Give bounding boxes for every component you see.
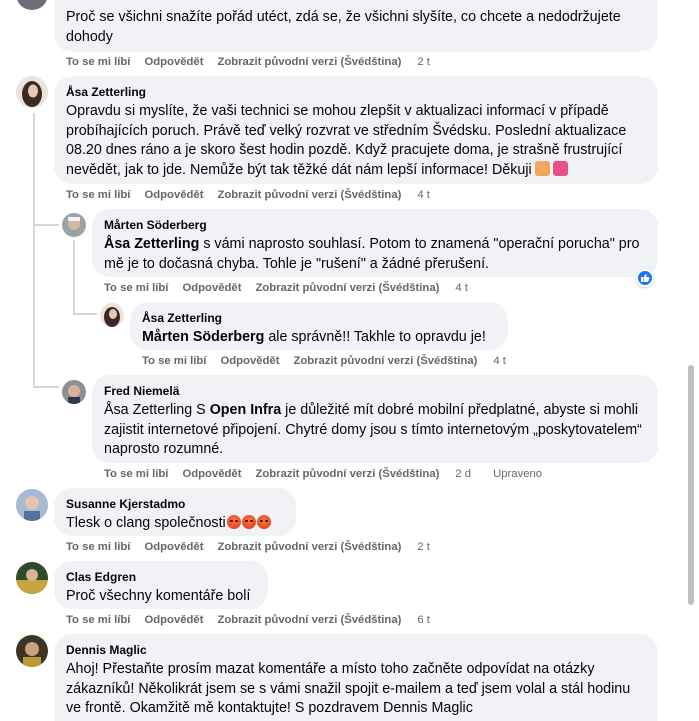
reply-button[interactable]: Odpovědět — [182, 282, 241, 294]
see-original-button[interactable]: Zobrazit původní verzi (Švédština) — [217, 189, 401, 201]
mention-link[interactable]: Open Infra — [210, 402, 282, 418]
mention-link[interactable]: Åsa Zetterling — [104, 236, 199, 252]
comment-author[interactable]: Mårten Söderberg — [104, 217, 646, 233]
reply-button[interactable]: Odpovědět — [144, 614, 203, 626]
female-sign-emoji-icon — [552, 160, 568, 176]
angry-face-emoji-icon — [241, 515, 256, 529]
comment-timestamp[interactable]: 4 t — [455, 282, 468, 294]
see-original-button[interactable]: Zobrazit původní verzi (Švédština) — [217, 56, 401, 68]
avatar[interactable] — [16, 635, 48, 667]
see-original-button[interactable]: Zobrazit původní verzi (Švédština) — [293, 355, 477, 367]
like-button[interactable]: To se mi líbí — [66, 56, 130, 68]
see-original-button[interactable]: Zobrazit původní verzi (Švédština) — [217, 614, 401, 626]
comment-text: Tlesk o clang společnosti — [66, 514, 284, 534]
comment-author[interactable]: Åsa Zetterling — [66, 84, 646, 100]
avatar[interactable] — [100, 303, 124, 327]
comment-author[interactable]: Susanne Kjerstadmo — [66, 496, 284, 512]
comment-text: Ahoj! Přestaňte prosím mazat komentáře a… — [66, 661, 631, 716]
comment-body: ale správně!! Takhle to opravdu je! — [264, 329, 486, 345]
reply-button[interactable]: Odpovědět — [144, 541, 203, 553]
comment-bubble: Dennis Maglic Ahoj! Přestaňte prosím maz… — [54, 634, 658, 721]
avatar[interactable] — [16, 0, 48, 10]
comment-text: Opravdu si myslíte, že vaši technici se … — [66, 102, 646, 180]
comment-bubble: Clas Edgren Proč všechny komentáře bolí — [54, 561, 268, 609]
avatar[interactable] — [16, 489, 48, 521]
comment-bubble: Proč se všichni snažíte pořád utéct, zdá… — [54, 0, 658, 52]
see-original-button[interactable]: Zobrazit původní verzi (Švédština) — [217, 541, 401, 553]
like-button[interactable]: To se mi líbí — [104, 468, 168, 480]
comment-author[interactable]: Åsa Zetterling — [142, 310, 496, 326]
comment-text: Åsa Zetterling S Open Infra je důležité … — [104, 401, 646, 460]
avatar[interactable] — [62, 213, 86, 237]
comment-actions: To se mi líbí Odpovědět Zobrazit původní v… — [66, 56, 430, 68]
comment-actions: To se mi líbí Odpovědět Zobrazit původní v… — [104, 468, 542, 480]
reply-button[interactable]: Odpovědět — [220, 355, 279, 367]
like-button[interactable]: To se mi líbí — [66, 541, 130, 553]
comment-author[interactable]: Clas Edgren — [66, 569, 256, 585]
comment-bubble: Susanne Kjerstadmo Tlesk o clang společn… — [54, 488, 296, 536]
comment-timestamp[interactable]: 2 d — [455, 468, 471, 480]
comment-text: Åsa Zetterling s vámi naprosto souhlasí.… — [104, 235, 646, 274]
mention-link[interactable]: Mårten Söderberg — [142, 329, 264, 345]
reply-button[interactable]: Odpovědět — [144, 189, 203, 201]
comment-actions: To se mi líbí Odpovědět Zobrazit původní v… — [66, 614, 430, 626]
thread-line-branch — [33, 224, 59, 226]
like-button[interactable]: To se mi líbí — [142, 355, 206, 367]
comment-text: Proč se všichni snažíte pořád utéct, zdá… — [66, 9, 621, 45]
comment-timestamp[interactable]: 4 t — [493, 355, 506, 367]
comment-timestamp[interactable]: 2 t — [417, 541, 430, 553]
thread-line — [33, 113, 35, 386]
angry-face-emoji-icon — [226, 515, 241, 529]
see-original-button[interactable]: Zobrazit původní verzi (Švédština) — [255, 282, 439, 294]
comment-author[interactable]: Dennis Maglic — [66, 642, 646, 658]
edited-label: Upraveno — [493, 468, 543, 480]
comment-bubble: Åsa Zetterling Opravdu si myslíte, že va… — [54, 76, 658, 184]
comment-timestamp[interactable]: 6 t — [417, 614, 430, 626]
comment-actions: To se mi líbí Odpovědět Zobrazit původní v… — [66, 541, 430, 553]
avatar[interactable] — [16, 562, 48, 594]
comment-timestamp[interactable]: 4 t — [417, 189, 430, 201]
avatar[interactable] — [16, 76, 48, 108]
reply-button[interactable]: Odpovědět — [144, 56, 203, 68]
comment-text: Mårten Söderberg ale správně!! Takhle to… — [142, 328, 496, 348]
reply-bubble: Åsa Zetterling Mårten Söderberg ale sprá… — [130, 302, 508, 350]
comment-timestamp[interactable]: 2 t — [417, 56, 430, 68]
comment-actions: To se mi líbí Odpovědět Zobrazit původní v… — [142, 355, 506, 367]
comment-author[interactable]: Fred Niemelä — [104, 383, 646, 399]
thread-line-curve — [33, 386, 59, 388]
comment-actions: To se mi líbí Odpovědět Zobrazit původní v… — [104, 282, 468, 294]
reply-bubble: Fred Niemelä Åsa Zetterling S Open Infra… — [92, 375, 658, 463]
comment-actions: To se mi líbí Odpovědět Zobrazit původní v… — [66, 189, 430, 201]
like-reaction-icon[interactable] — [636, 269, 654, 287]
avatar[interactable] — [62, 380, 86, 404]
scrollbar-thumb[interactable] — [688, 365, 694, 605]
comment-body: Tlesk o clang společnosti — [66, 515, 226, 531]
like-button[interactable]: To se mi líbí — [66, 189, 130, 201]
comment-body: Åsa Zetterling S — [104, 402, 210, 418]
woman-facepalming-emoji-icon — [534, 160, 550, 176]
comment-text: Proč všechny komentáře bolí — [66, 588, 251, 604]
reply-button[interactable]: Odpovědět — [182, 468, 241, 480]
see-original-button[interactable]: Zobrazit původní verzi (Švédština) — [255, 468, 439, 480]
angry-face-emoji-icon — [256, 515, 271, 529]
like-button[interactable]: To se mi líbí — [104, 282, 168, 294]
reply-bubble: Mårten Söderberg Åsa Zetterling s vámi n… — [92, 209, 658, 277]
thread-line-nested — [73, 240, 75, 314]
thread-line-nested-branch — [73, 313, 97, 315]
like-button[interactable]: To se mi líbí — [66, 614, 130, 626]
